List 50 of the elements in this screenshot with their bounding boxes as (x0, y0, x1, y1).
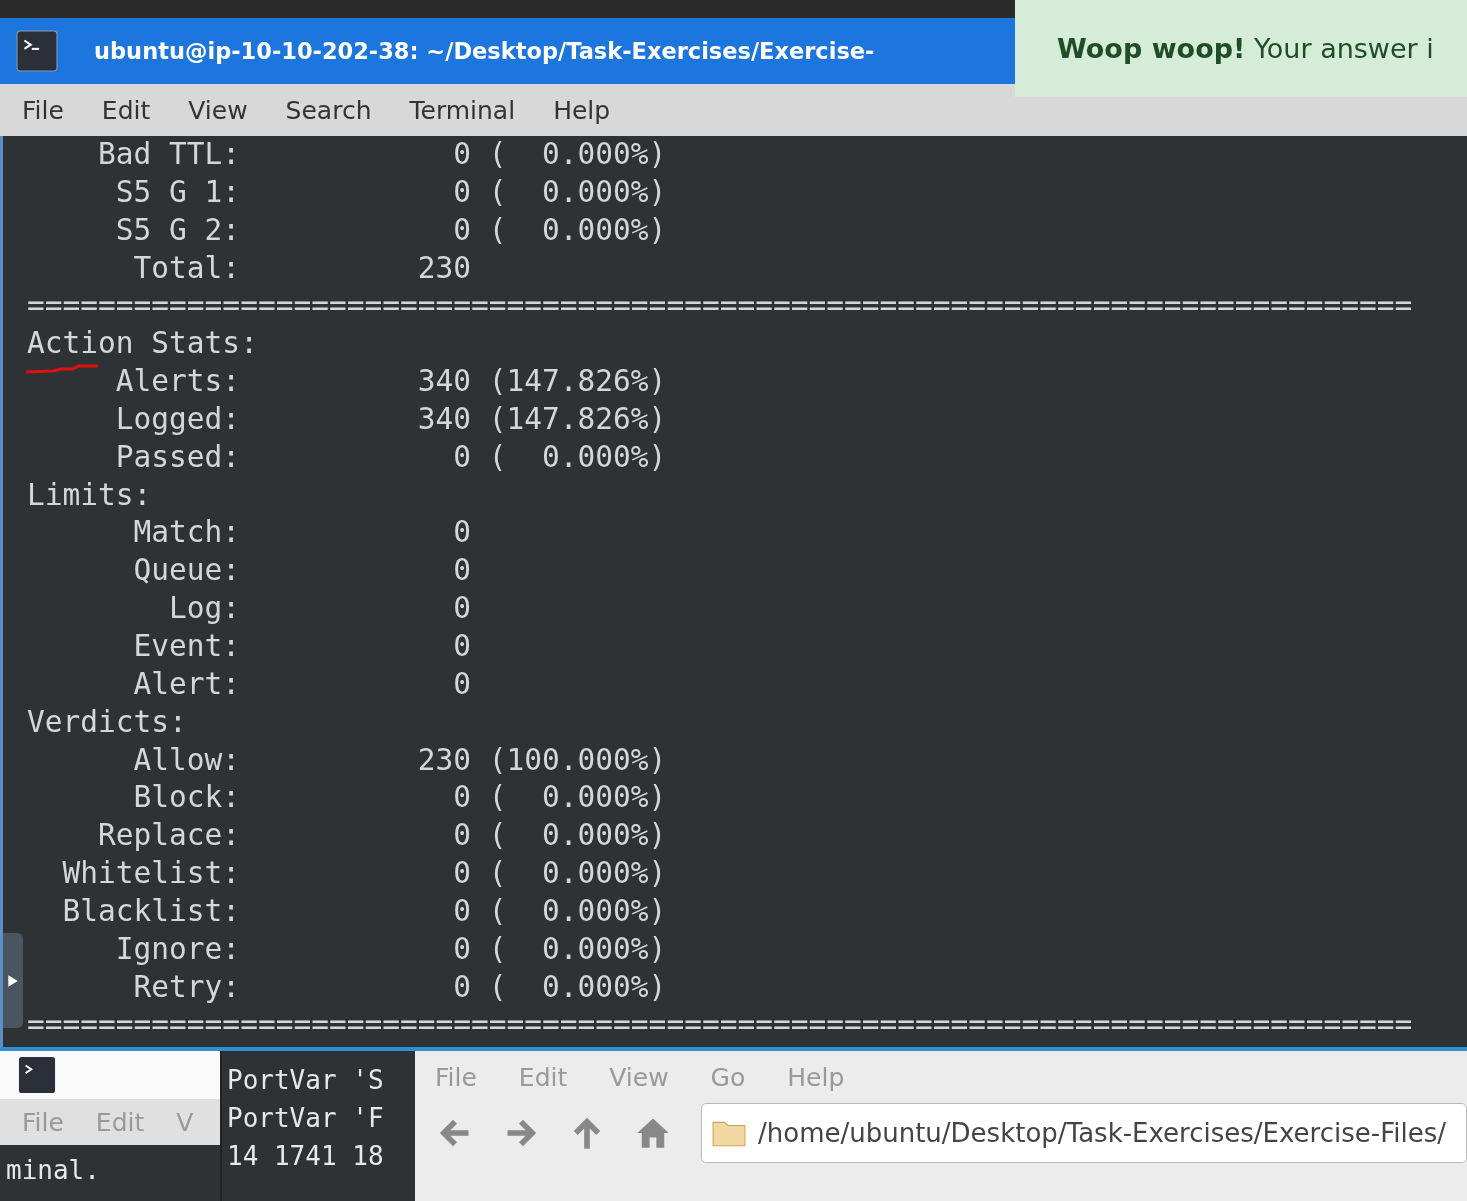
menu-item[interactable]: Help (787, 1062, 845, 1092)
window-title: ubuntu@ip-10-10-202-38: ~/Desktop/Task-Exercises/Exercise- (94, 38, 875, 64)
terminal-line: PortVar 'S (227, 1064, 385, 1097)
terminal-line: Blacklist: 0 ( 0.000%) (61, 892, 667, 930)
terminal-line: Event: 0 (132, 627, 471, 665)
menu-item[interactable]: Terminal (409, 95, 516, 125)
terminal-line: PortVar 'F (227, 1102, 385, 1135)
notification-text: Woop woop! Your answer i (1057, 33, 1434, 64)
terminal-line: Queue: 0 (132, 552, 471, 590)
menu-item[interactable]: Help (553, 95, 611, 125)
menu-item[interactable]: View (188, 95, 248, 125)
menu-item[interactable]: Edit (518, 1062, 568, 1092)
terminal-line: ============================================================================== (27, 287, 1413, 325)
path-field[interactable]: /home/ubuntu/Desktop/Task-Exercises/Exercise-Files/ (701, 1103, 1467, 1163)
terminal-line: Block: 0 ( 0.000%) (132, 779, 667, 817)
terminal-line: Replace: 0 ( 0.000%) (97, 817, 667, 855)
terminal-line: Action Stats: (27, 325, 258, 363)
terminal-icon (16, 30, 58, 72)
terminal-line: Log: 0 (168, 590, 471, 628)
terminal-line: 14 1741 18 (227, 1140, 385, 1173)
terminal-line: Ignore: 0 ( 0.000%) (114, 930, 667, 968)
play-icon (7, 973, 19, 988)
terminal-line: Passed: 0 ( 0.000%) (114, 438, 667, 476)
terminal-line: minal. (6, 1154, 101, 1187)
terminal-line: Alerts: 340 (147.826%) (27, 363, 667, 401)
terminal-line: Match: 0 (132, 514, 471, 552)
terminal-line: Bad TTL: 0 ( 0.000%) (97, 136, 667, 173)
terminal-icon (18, 1056, 56, 1094)
terminal-line: Allow: 230 (100.000%) (132, 741, 667, 779)
folder-icon (712, 1119, 746, 1147)
terminal-line: ============================================================================== (27, 1006, 1413, 1044)
terminal-line: Limits: (27, 476, 152, 514)
menu-item[interactable]: Search (285, 95, 372, 125)
menu-item[interactable]: File (435, 1062, 477, 1092)
menu-item[interactable]: File (22, 95, 64, 125)
menu-item[interactable]: V (176, 1107, 194, 1137)
menu-item[interactable]: Go (710, 1062, 746, 1092)
panel-handle[interactable] (3, 933, 23, 1028)
terminal-line: Whitelist: 0 ( 0.000%) (61, 855, 667, 893)
terminal-line: S5 G 2: 0 ( 0.000%) (114, 211, 667, 249)
terminal-line: S5 G 1: 0 ( 0.000%) (114, 173, 667, 211)
menu-item[interactable]: Edit (95, 1107, 145, 1137)
menu-item[interactable]: File (22, 1107, 64, 1137)
terminal-line: Verdicts: (27, 703, 187, 741)
terminal-line: Total: 230 (132, 249, 471, 287)
terminal-line: Alert: 0 (132, 665, 471, 703)
terminal-line: Logged: 340 (147.826%) (114, 400, 667, 438)
menu-item[interactable]: View (609, 1062, 669, 1092)
terminal-line: Retry: 0 ( 0.000%) (132, 968, 667, 1006)
menu-item[interactable]: Edit (101, 95, 151, 125)
